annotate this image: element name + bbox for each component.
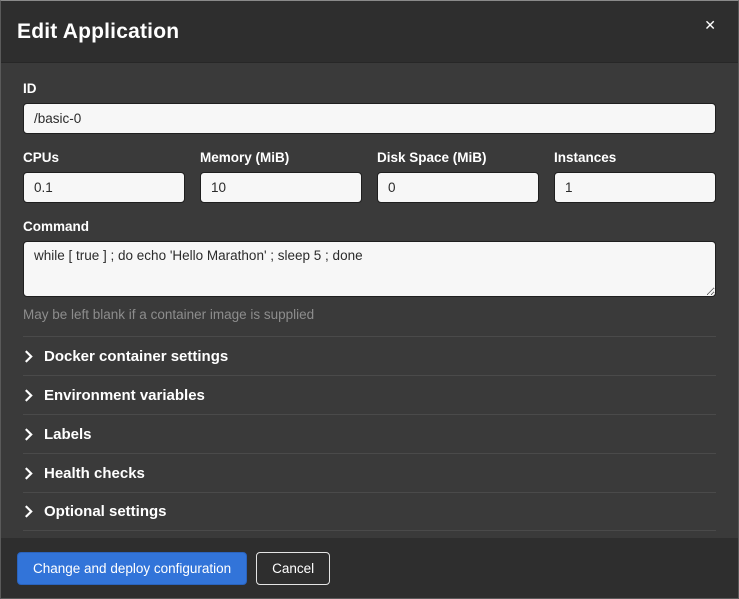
resources-row: CPUs Memory (MiB) Disk Space (MiB) Insta… [23,150,716,203]
command-field-group: Command while [ true ] ; do echo 'Hello … [23,219,716,322]
disk-field-group: Disk Space (MiB) [377,150,539,203]
modal-header: Edit Application ✕ [1,1,738,63]
cancel-button[interactable]: Cancel [256,552,330,585]
instances-field-group: Instances [554,150,716,203]
memory-input[interactable] [200,172,362,203]
command-input[interactable]: while [ true ] ; do echo 'Hello Marathon… [23,241,716,297]
chevron-right-icon [24,428,33,441]
section-label: Environment variables [44,387,205,404]
chevron-right-icon [24,467,33,480]
id-input[interactable] [23,103,716,134]
instances-input[interactable] [554,172,716,203]
cpus-label: CPUs [23,150,185,165]
change-and-deploy-button[interactable]: Change and deploy configuration [17,552,247,585]
chevron-right-icon [24,505,33,518]
section-toggle-optional-settings[interactable]: Optional settings [23,492,716,531]
command-label: Command [23,219,716,234]
memory-label: Memory (MiB) [200,150,362,165]
chevron-right-icon [24,389,33,402]
section-label: Docker container settings [44,348,228,365]
instances-label: Instances [554,150,716,165]
edit-application-modal: Edit Application ✕ ID CPUs Memory (MiB) … [0,0,739,599]
chevron-right-icon [24,350,33,363]
memory-field-group: Memory (MiB) [200,150,362,203]
disk-input[interactable] [377,172,539,203]
close-button[interactable]: ✕ [698,12,722,38]
modal-body: ID CPUs Memory (MiB) Disk Space (MiB) In… [1,63,738,538]
cpus-input[interactable] [23,172,185,203]
id-field-group: ID [23,81,716,134]
modal-footer: Change and deploy configuration Cancel [1,538,738,598]
id-label: ID [23,81,716,96]
section-toggle-labels[interactable]: Labels [23,414,716,453]
cpus-field-group: CPUs [23,150,185,203]
section-label: Labels [44,426,92,443]
command-help-text: May be left blank if a container image i… [23,307,716,322]
section-label: Health checks [44,465,145,482]
section-toggle-docker-container-settings[interactable]: Docker container settings [23,336,716,375]
section-toggle-environment-variables[interactable]: Environment variables [23,375,716,414]
close-icon: ✕ [704,17,716,33]
section-label: Optional settings [44,503,167,520]
modal-title: Edit Application [17,20,179,44]
section-toggle-health-checks[interactable]: Health checks [23,453,716,492]
collapsible-sections: Docker container settings Environment va… [23,336,716,531]
disk-label: Disk Space (MiB) [377,150,539,165]
